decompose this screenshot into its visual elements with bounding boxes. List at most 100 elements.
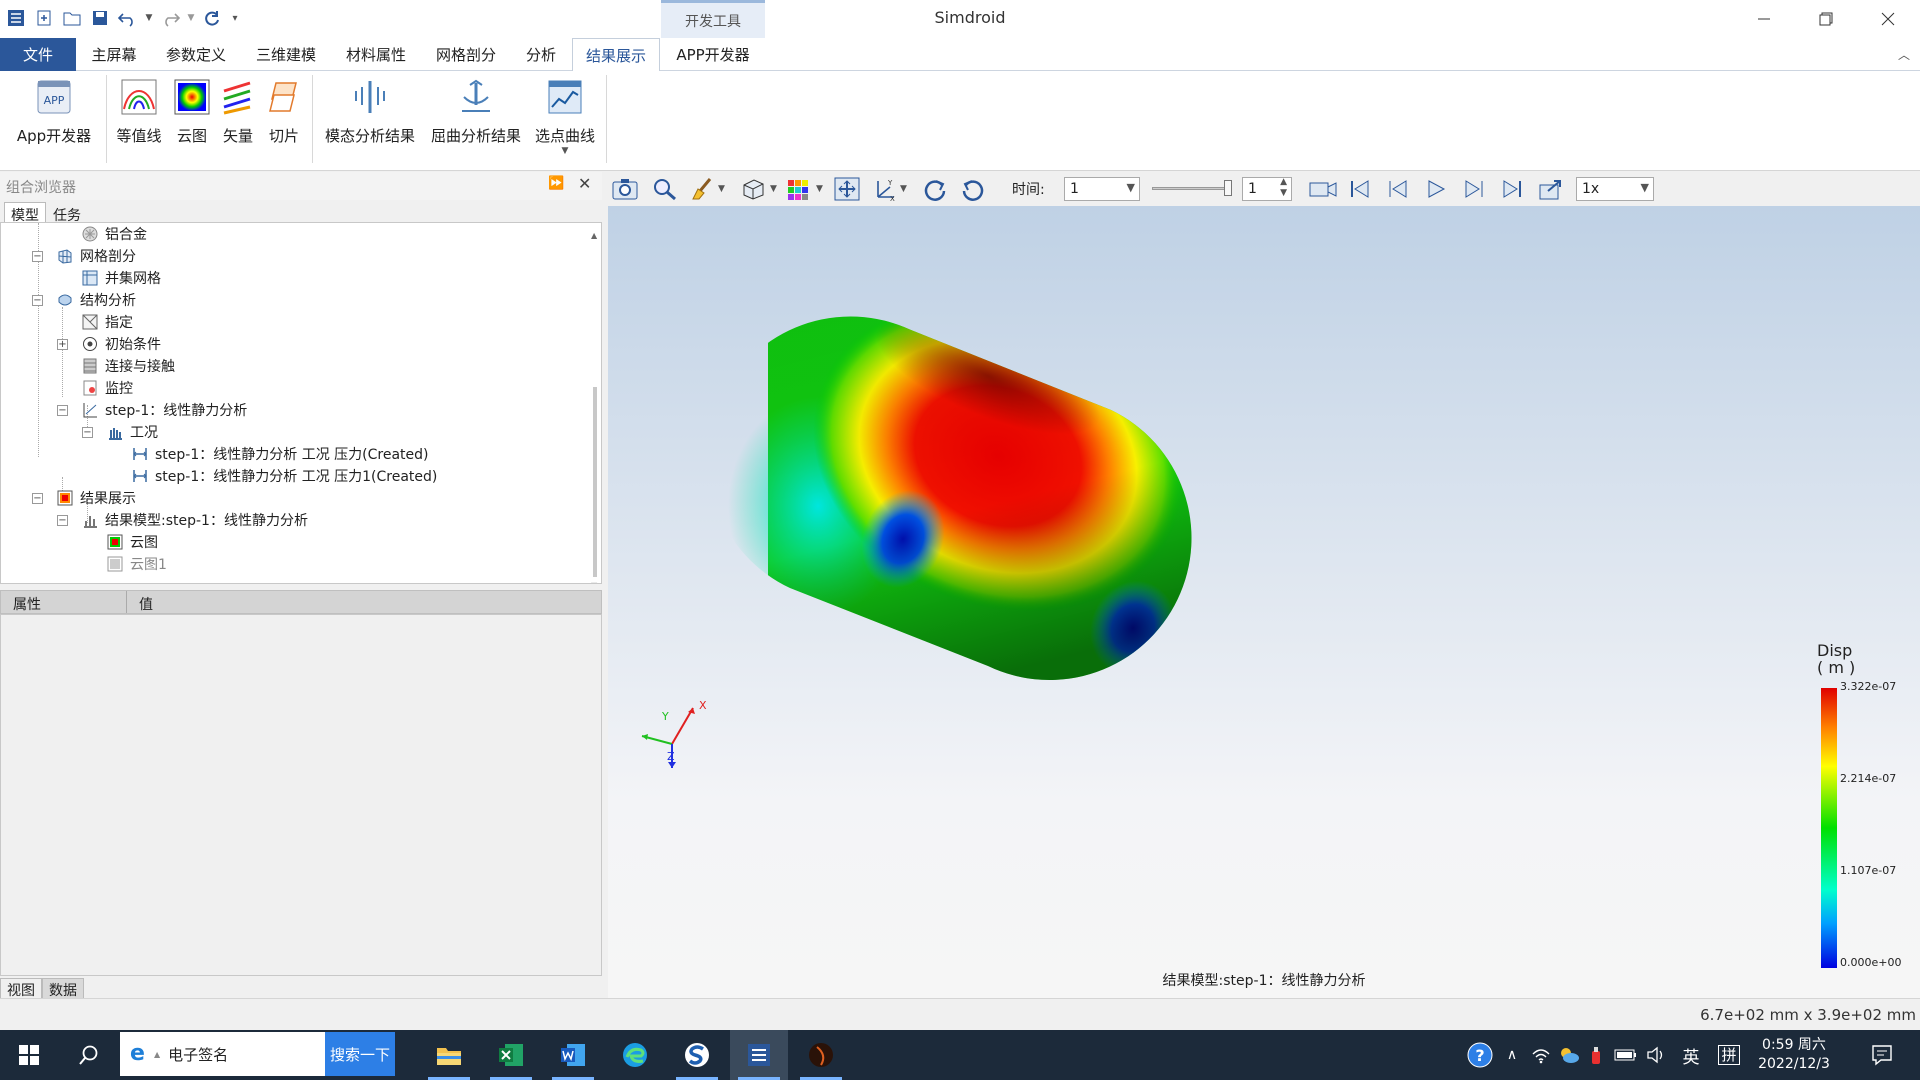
first-frame-icon[interactable]	[1348, 176, 1372, 202]
tab-material[interactable]: 材料属性	[338, 38, 414, 71]
scroll-down-icon[interactable]: ▼	[591, 581, 597, 583]
show-hidden-icons-icon[interactable]: ∧	[1500, 1030, 1524, 1080]
tab-parameters[interactable]: 参数定义	[158, 38, 234, 71]
tree-item-monitor[interactable]: 监控	[81, 377, 133, 399]
fit-view-icon[interactable]	[834, 176, 860, 202]
app-developer-button[interactable]: APP App开发器	[14, 77, 94, 146]
display-style-icon[interactable]	[786, 176, 812, 202]
last-frame-icon[interactable]	[1500, 176, 1524, 202]
time-slider[interactable]	[1152, 176, 1238, 202]
view-cube-icon[interactable]	[740, 176, 766, 202]
cloud-map-button[interactable]: 云图	[172, 77, 212, 146]
step-spinbox[interactable]: 1 ▲ ▼	[1242, 177, 1292, 201]
spin-down-icon[interactable]: ▼	[1280, 188, 1287, 198]
security-icon[interactable]	[1584, 1030, 1608, 1080]
tree-item-load-case[interactable]: 工况	[106, 421, 158, 443]
next-frame-icon[interactable]	[1462, 176, 1486, 202]
collapse-toggle[interactable]: −	[57, 405, 68, 416]
network-icon[interactable]	[1528, 1030, 1554, 1080]
tree-item-result-model[interactable]: 结果模型:step-1：线性静力分析	[81, 509, 308, 531]
time-select[interactable]: 1 ▼	[1064, 177, 1140, 201]
axis-view-icon[interactable]: YX	[872, 176, 898, 202]
sogou-icon[interactable]	[668, 1030, 726, 1080]
tree-item-union-mesh[interactable]: 并集网格	[81, 267, 161, 289]
help-icon[interactable]: ?	[1464, 1030, 1496, 1080]
tab-analysis[interactable]: 分析	[518, 38, 564, 71]
ime-language[interactable]: 英	[1676, 1030, 1706, 1080]
tree-item-pressure[interactable]: step-1：线性静力分析 工况 压力(Created)	[131, 443, 428, 465]
tree-item-contact[interactable]: 连接与接触	[81, 355, 175, 377]
chevron-down-icon[interactable]: ▼	[816, 176, 823, 202]
contour-button[interactable]: 等值线	[114, 77, 164, 146]
record-video-icon[interactable]	[1308, 176, 1338, 202]
app-logo-icon[interactable]	[4, 6, 28, 30]
context-tab-devtools[interactable]: 开发工具	[661, 0, 765, 38]
restore-button[interactable]	[1796, 0, 1856, 38]
simdroid-taskbar-icon[interactable]	[730, 1030, 788, 1080]
collapse-toggle[interactable]: −	[32, 493, 43, 504]
buckling-results-button[interactable]: 屈曲分析结果	[428, 77, 524, 146]
taskbar-search-button[interactable]: 搜索一下	[325, 1032, 395, 1076]
redo-dropdown-icon[interactable]: ▼	[186, 6, 196, 30]
expand-toggle[interactable]: +	[57, 339, 68, 350]
modal-results-button[interactable]: 模态分析结果	[322, 77, 418, 146]
screenshot-icon[interactable]	[612, 176, 638, 202]
chevron-down-icon[interactable]: ▼	[562, 146, 569, 156]
tab-home[interactable]: 主屏幕	[80, 38, 148, 71]
collapse-toggle[interactable]: −	[32, 295, 43, 306]
export-icon[interactable]	[1538, 176, 1564, 202]
refresh-icon[interactable]	[200, 6, 224, 30]
tab-app-developer[interactable]: APP开发器	[666, 38, 760, 71]
tab-meshing[interactable]: 网格剖分	[428, 38, 504, 71]
battery-icon[interactable]	[1612, 1030, 1640, 1080]
redo-icon[interactable]	[158, 6, 182, 30]
zoom-icon[interactable]	[652, 176, 678, 202]
excel-icon[interactable]	[482, 1030, 540, 1080]
clean-icon[interactable]	[690, 176, 716, 202]
speed-select[interactable]: 1x ▼	[1576, 177, 1654, 201]
close-panel-icon[interactable]: ✕	[578, 174, 591, 193]
weather-icon[interactable]	[1556, 1030, 1582, 1080]
pin-panel-icon[interactable]: ⏩	[548, 176, 564, 191]
collapse-ribbon-icon[interactable]: ︿	[1898, 46, 1910, 63]
tree-item-cloud-map[interactable]: 云图	[106, 531, 158, 553]
file-explorer-icon[interactable]	[420, 1030, 478, 1080]
vector-button[interactable]: 矢量	[218, 77, 258, 146]
tab-3d-modeling[interactable]: 三维建模	[248, 38, 324, 71]
tree-item-aluminum-alloy[interactable]: 铝合金	[81, 223, 147, 245]
chevron-down-icon[interactable]: ▼	[770, 176, 777, 202]
previous-frame-icon[interactable]	[1386, 176, 1410, 202]
tree-item-cloud-map-1[interactable]: 云图1	[106, 553, 167, 575]
save-icon[interactable]	[88, 6, 112, 30]
word-icon[interactable]	[544, 1030, 602, 1080]
spin-up-icon[interactable]: ▲	[1280, 177, 1287, 187]
tree-item-initial-conditions[interactable]: 初始条件	[81, 333, 161, 355]
tab-results[interactable]: 结果展示	[572, 38, 660, 72]
result-contour-model[interactable]	[608, 206, 1920, 998]
minimize-button[interactable]	[1734, 0, 1794, 38]
app-icon[interactable]	[792, 1030, 850, 1080]
tree-item-assign[interactable]: 指定	[81, 311, 133, 333]
scroll-up-icon[interactable]: ▲	[591, 231, 597, 240]
collapse-toggle[interactable]: −	[82, 427, 93, 438]
rotate-left-icon[interactable]	[922, 176, 948, 202]
notification-icon[interactable]	[1860, 1030, 1904, 1080]
chevron-down-icon[interactable]: ▼	[900, 176, 907, 202]
undo-dropdown-icon[interactable]: ▼	[144, 6, 154, 30]
start-button[interactable]	[0, 1030, 58, 1080]
edge-icon[interactable]	[606, 1030, 664, 1080]
search-icon[interactable]	[60, 1030, 118, 1080]
rotate-right-icon[interactable]	[960, 176, 986, 202]
tree-item-meshing[interactable]: 网格剖分	[56, 245, 136, 267]
undo-icon[interactable]	[116, 6, 140, 30]
slider-handle[interactable]	[1224, 180, 1232, 196]
tree-item-pressure1[interactable]: step-1：线性静力分析 工况 压力1(Created)	[131, 465, 437, 487]
tree-item-results[interactable]: 结果展示	[56, 487, 136, 509]
tab-file[interactable]: 文件	[0, 38, 76, 71]
tree-item-structural-analysis[interactable]: 结构分析	[56, 289, 136, 311]
collapse-toggle[interactable]: −	[32, 251, 43, 262]
taskbar-search-box[interactable]: e ▲ 电子签名	[120, 1032, 325, 1076]
chevron-down-icon[interactable]: ▼	[718, 176, 725, 202]
system-clock[interactable]: 0:59 周六 2022/12/3	[1752, 1036, 1836, 1074]
ime-mode[interactable]: 拼	[1714, 1030, 1744, 1080]
